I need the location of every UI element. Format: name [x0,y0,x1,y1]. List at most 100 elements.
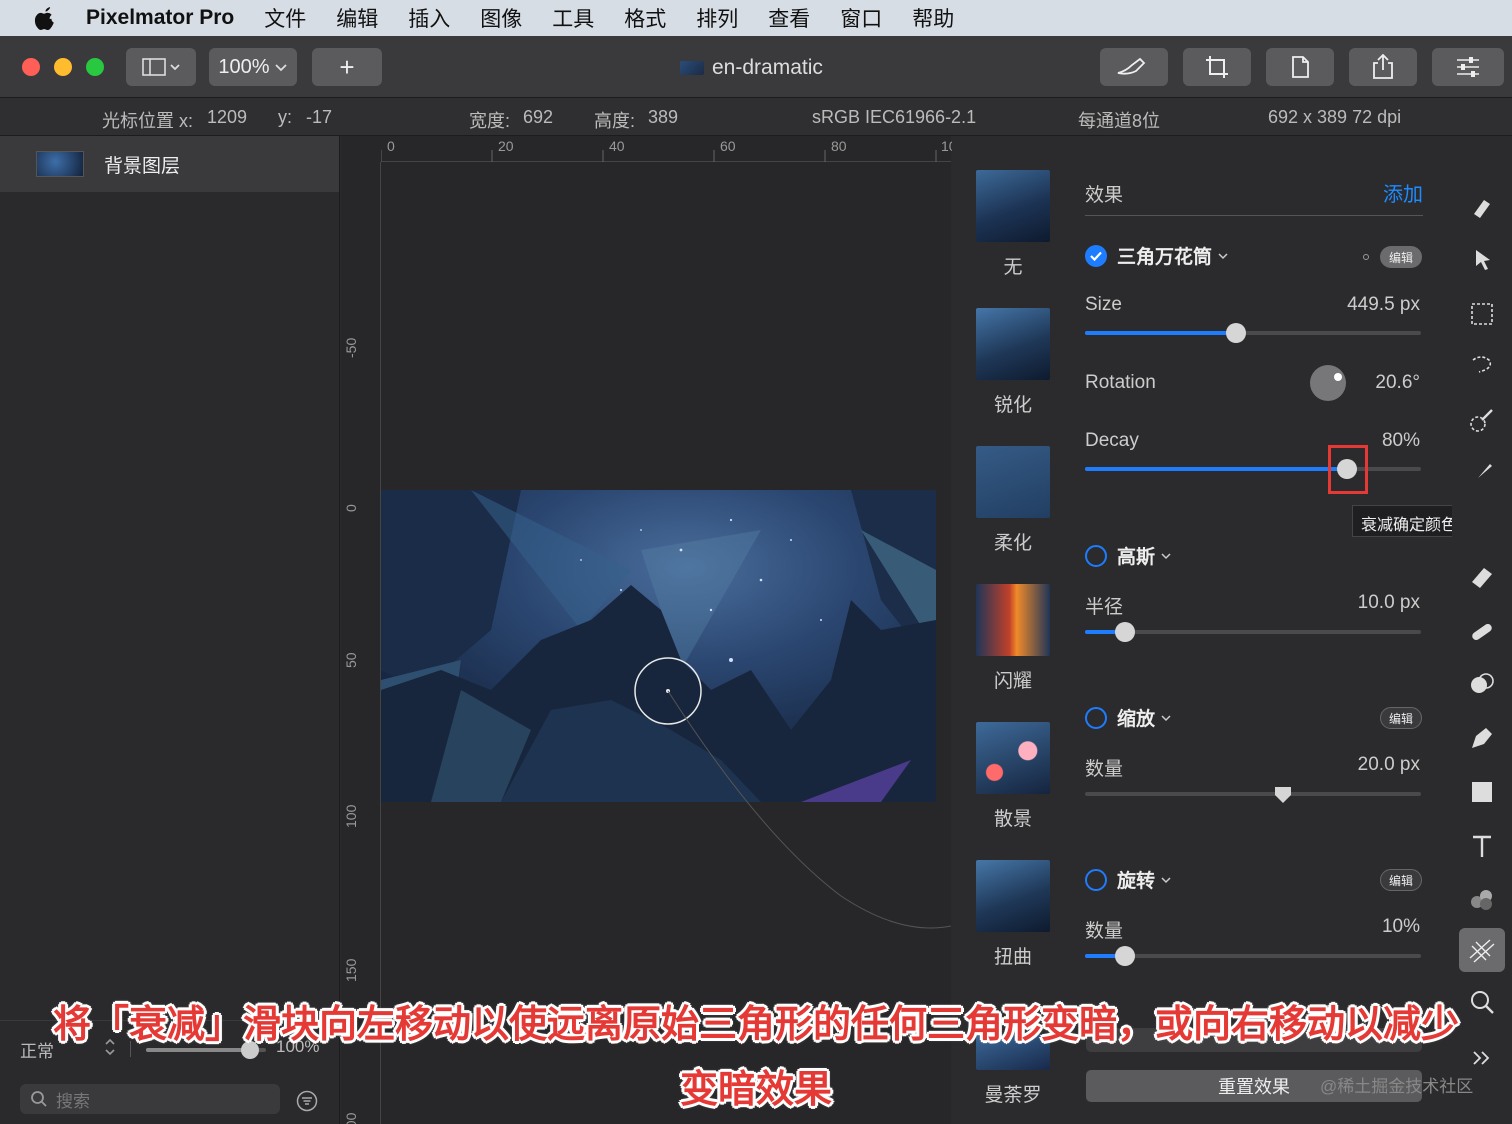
spin-effect-header[interactable]: 旋转 [1085,866,1171,893]
spin-amount-slider-knob[interactable] [1115,946,1136,966]
sidebar-icon [142,58,180,76]
edit-badge-button[interactable]: 编辑 [1380,246,1422,268]
type-tool[interactable] [1466,830,1498,862]
menu-view[interactable]: 查看 [768,3,810,33]
size-slider-knob[interactable] [1226,323,1247,343]
center-handle-icon[interactable] [1363,254,1369,260]
rotation-dial[interactable] [1310,365,1346,401]
size-slider[interactable] [1085,323,1421,343]
distort-tool[interactable] [1459,928,1505,972]
document-title: en-dramatic [680,56,823,80]
circles-icon [1471,673,1494,693]
zoom-dropdown[interactable]: 100% [209,48,297,86]
add-effect-button[interactable]: 添加 [1383,178,1423,207]
paint-bucket-icon [1474,198,1492,218]
selection-tool[interactable] [1466,298,1498,330]
preset-distort[interactable]: 扭曲 [976,860,1050,969]
crop-button[interactable] [1183,48,1251,86]
effect-name: 高斯 [1117,547,1156,568]
rotation-label: Rotation [1085,372,1156,393]
preset-label: 扭曲 [993,947,1032,968]
preset-glow[interactable]: 闪耀 [976,584,1050,693]
apple-logo-icon[interactable] [34,6,56,30]
kaleidoscope-effect-header[interactable]: 三角万花筒 [1085,242,1228,269]
adjustments-button[interactable] [1432,48,1504,86]
document-thumbnail [680,61,704,75]
eraser-tool[interactable] [1466,562,1498,594]
menu-arrange[interactable]: 排列 [696,3,738,33]
zoom-amount-value: 20.0 px [1357,754,1420,775]
preset-none[interactable]: 无 [976,170,1050,279]
preset-label: 无 [1003,257,1023,278]
paint-style-button[interactable] [1100,48,1168,86]
magic-wand-tool[interactable] [1466,404,1498,436]
menu-window[interactable]: 窗口 [840,3,882,33]
effects-title: 效果 [1085,185,1124,206]
edit-badge-button[interactable]: 编辑 [1380,707,1422,729]
layer-name: 背景图层 [104,155,181,177]
layer-item[interactable]: 背景图层 [0,136,339,192]
preset-thumbnail [976,446,1050,518]
color-adjust-tool[interactable] [1466,668,1498,700]
effect-enabled-checkbox[interactable] [1085,868,1107,891]
brush-stroke-icon [1117,57,1146,75]
arrange-tool[interactable] [1466,244,1498,276]
retouch-tool[interactable] [1466,616,1498,648]
pen-tool[interactable] [1466,722,1498,754]
paint-tool[interactable] [1466,458,1498,490]
effect-enabled-checkbox[interactable] [1085,544,1107,567]
crop-icon [1206,56,1228,78]
preset-soften[interactable]: 柔化 [976,446,1050,555]
preset-thumbnail [976,584,1050,656]
spin-amount-label: 数量 [1085,921,1124,942]
effect-enabled-checkbox[interactable] [1085,706,1107,729]
add-button[interactable]: + [312,48,382,86]
preset-sharpen[interactable]: 锐化 [976,308,1050,417]
lasso-tool[interactable] [1466,350,1498,382]
spin-amount-slider[interactable] [1085,946,1421,966]
minimize-window-button[interactable] [54,58,72,76]
opacity-slider[interactable] [146,1041,266,1059]
menu-insert[interactable]: 插入 [408,3,450,33]
square-icon [1472,782,1492,802]
spin-amount-value: 10% [1381,916,1420,937]
chevron-down-icon [1161,552,1171,559]
zoom-window-button[interactable] [86,58,104,76]
edit-badge-button[interactable]: 编辑 [1380,869,1422,891]
effects-header: 效果 添加 [1085,180,1423,216]
height-label: 高度: [594,111,636,131]
decay-slider[interactable] [1085,459,1421,479]
preset-thumbnail [976,722,1050,794]
zoom-amount-slider-knob[interactable] [1274,786,1292,804]
menu-format[interactable]: 格式 [624,3,666,33]
info-bar: 光标位置 x: 1209 y: -17 宽度: 692 高度: 389 sRGB… [0,98,1512,136]
menu-tools[interactable]: 工具 [552,3,594,33]
zoom-effect-header[interactable]: 缩放 [1085,704,1171,731]
zoom-value: 100% [218,55,270,78]
sidebar-toggle-button[interactable] [126,48,196,86]
effect-enabled-checkbox[interactable] [1085,244,1107,267]
menu-bar: Pixelmator Pro 文件 编辑 插入 图像 工具 格式 排列 查看 窗… [0,0,1512,36]
preset-bokeh[interactable]: 散景 [976,722,1050,831]
app-name-menu[interactable]: Pixelmator Pro [86,6,234,30]
export-document-button[interactable] [1266,48,1334,86]
canvas-area[interactable]: 0 20 40 60 80 10 -50 0 50 100 150 200 [341,136,957,1124]
shape-tool[interactable] [1466,776,1498,808]
zoom-amount-slider[interactable] [1085,787,1421,803]
menu-edit[interactable]: 编辑 [336,3,378,33]
share-button[interactable] [1349,48,1417,86]
radius-slider-knob[interactable] [1115,622,1136,642]
close-window-button[interactable] [22,58,40,76]
marquee-icon [1471,303,1493,325]
color-profile: sRGB IEC61966-2.1 [812,107,977,127]
menu-image[interactable]: 图像 [480,3,522,33]
style-tool[interactable] [1466,192,1498,224]
tutorial-caption-line-1: 将「衰减」滑块向左移动以使远离原始三角形的任何三角形变暗，或向右移动以减少 [52,1004,1459,1046]
menu-file[interactable]: 文件 [264,3,306,33]
gaussian-effect-header[interactable]: 高斯 [1085,542,1171,569]
opacity-slider-fill [146,1048,251,1052]
color-picker-tool[interactable] [1466,882,1498,914]
radius-slider[interactable] [1085,622,1421,642]
menu-help[interactable]: 帮助 [912,3,954,33]
size-slider-fill [1085,331,1237,335]
